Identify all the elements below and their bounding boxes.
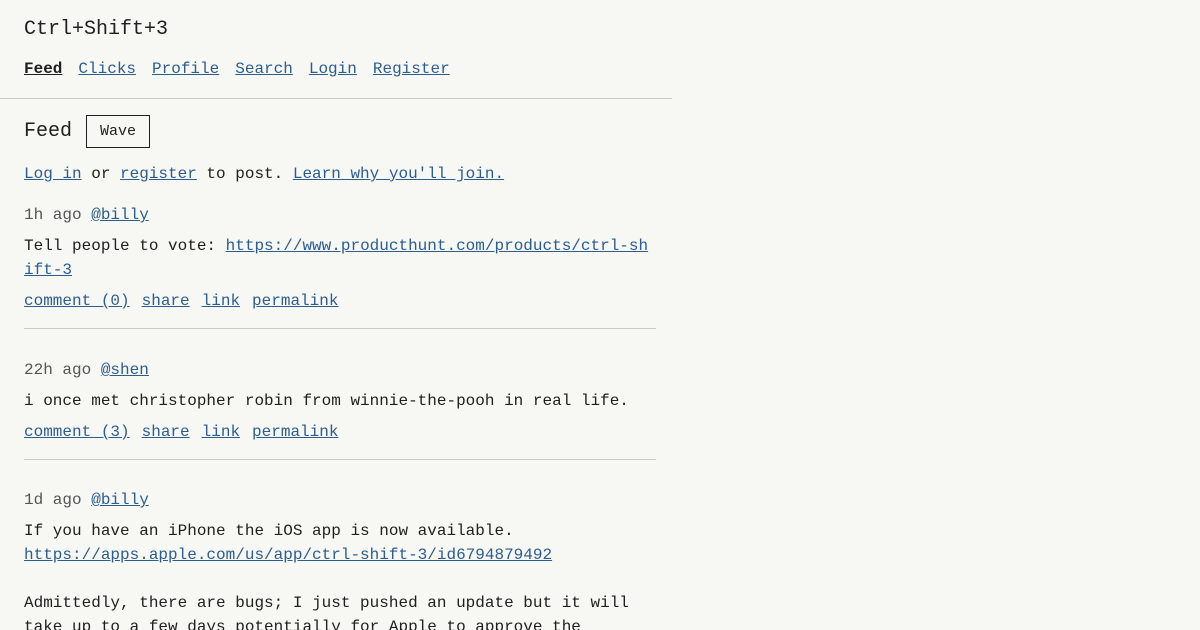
permalink-link[interactable]: permalink xyxy=(252,290,338,312)
post-meta: 1h ago @billy xyxy=(24,204,656,226)
post-time: 1d ago xyxy=(24,491,82,509)
notice-or: or xyxy=(81,165,121,183)
post-time: 22h ago xyxy=(24,361,92,379)
post-link[interactable]: https://apps.apple.com/us/app/ctrl-shift… xyxy=(24,546,552,564)
post-text: Tell people to vote: xyxy=(24,237,226,255)
post-divider xyxy=(24,459,656,460)
page: Ctrl+Shift+3 Feed Clicks Profile Search … xyxy=(0,0,1200,630)
post-body: If you have an iPhone the iOS app is now… xyxy=(24,519,656,630)
header-divider xyxy=(0,98,672,99)
post-meta: 22h ago @shen xyxy=(24,359,656,381)
nav-login[interactable]: Login xyxy=(309,58,357,80)
post-time: 1h ago xyxy=(24,206,82,224)
site-title: Ctrl+Shift+3 xyxy=(24,18,169,41)
nav-search[interactable]: Search xyxy=(235,58,293,80)
comment-link[interactable]: comment (3) xyxy=(24,421,130,443)
nav-clicks[interactable]: Clicks xyxy=(78,58,136,80)
post: 1h ago @billy Tell people to vote: https… xyxy=(24,204,656,329)
wave-button[interactable]: Wave xyxy=(86,115,151,148)
post-actions: comment (3) share link permalink xyxy=(24,421,656,443)
link-link[interactable]: link xyxy=(202,421,240,443)
login-link[interactable]: Log in xyxy=(24,165,82,183)
register-link[interactable]: register xyxy=(120,165,197,183)
post-author[interactable]: @billy xyxy=(91,206,149,224)
share-link[interactable]: share xyxy=(142,290,190,312)
login-notice: Log in or register to post. Learn why yo… xyxy=(24,163,504,185)
learn-why-link[interactable]: Learn why you'll join. xyxy=(293,165,504,183)
post-body: Tell people to vote: https://www.product… xyxy=(24,234,656,282)
post-author[interactable]: @shen xyxy=(101,361,149,379)
post-divider xyxy=(24,328,656,329)
nav-feed[interactable]: Feed xyxy=(24,58,62,80)
post-actions: comment (0) share link permalink xyxy=(24,290,656,312)
post-meta: 1d ago @billy xyxy=(24,489,656,511)
post-body: i once met christopher robin from winnie… xyxy=(24,389,656,413)
post: 22h ago @shen i once met christopher rob… xyxy=(24,359,656,460)
post-text: If you have an iPhone the iOS app is now… xyxy=(24,522,514,540)
comment-link[interactable]: comment (0) xyxy=(24,290,130,312)
nav-profile[interactable]: Profile xyxy=(152,58,219,80)
post-text: Admittedly, there are bugs; I just pushe… xyxy=(24,594,629,630)
feed-title: Feed xyxy=(24,119,73,143)
notice-to-post: to post. xyxy=(196,165,293,183)
feed-header: Feed Wave xyxy=(24,115,151,148)
post-author[interactable]: @billy xyxy=(91,491,149,509)
permalink-link[interactable]: permalink xyxy=(252,421,338,443)
post-text: i once met christopher robin from winnie… xyxy=(24,392,629,410)
share-link[interactable]: share xyxy=(142,421,190,443)
post: 1d ago @billy If you have an iPhone the … xyxy=(24,489,656,630)
nav-register[interactable]: Register xyxy=(373,58,450,80)
link-link[interactable]: link xyxy=(202,290,240,312)
main-nav: Feed Clicks Profile Search Login Registe… xyxy=(24,58,450,80)
